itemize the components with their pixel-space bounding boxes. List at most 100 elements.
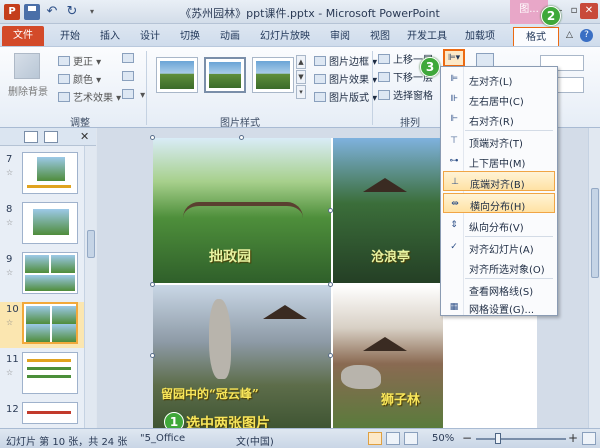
tab-animations[interactable]: 动画 — [212, 27, 248, 46]
slide-thumbnail[interactable]: 12 — [0, 402, 84, 428]
save-icon[interactable] — [24, 4, 40, 20]
remove-background-icon[interactable] — [14, 53, 40, 79]
tab-home[interactable]: 开始 — [52, 27, 88, 46]
slide-thumbnail[interactable]: 7 ☆ — [0, 152, 84, 198]
tab-transitions[interactable]: 切换 — [172, 27, 208, 46]
menu-grid-settings[interactable]: ▦ 网格设置(G)... — [443, 297, 555, 317]
slides-panel-scrollbar[interactable] — [84, 146, 96, 428]
undo-icon[interactable]: ↶ — [44, 4, 60, 20]
theme-status[interactable]: "5_Office — [140, 433, 185, 444]
rock-shape — [341, 365, 381, 389]
photo-caption: 拙政园 — [209, 249, 251, 265]
gallery-more-icon[interactable]: ▾ — [296, 85, 306, 99]
picture-style-thumb[interactable] — [156, 57, 198, 93]
slide-preview — [22, 152, 78, 194]
scrollbar-thumb[interactable] — [591, 188, 599, 278]
picture-styles-group-label: 图片样式 — [220, 118, 260, 129]
language-status[interactable]: 文(中国) — [236, 433, 274, 448]
close-icon[interactable]: ✕ — [580, 3, 598, 19]
gallery-down-icon[interactable]: ▼ — [296, 70, 306, 84]
picture-layout-button[interactable]: 图片版式 ▾ — [314, 89, 377, 104]
menu-align-selected-objects[interactable]: 对齐所选对象(O) — [443, 257, 555, 277]
redo-icon[interactable]: ↻ — [64, 4, 80, 20]
slide-count-status: 幻灯片 第 10 张，共 24 张 — [6, 437, 128, 448]
menu-align-middle[interactable]: ⊶ 上下居中(M) — [443, 151, 555, 171]
fit-to-window-icon[interactable] — [582, 432, 596, 445]
zoom-slider-track[interactable] — [476, 438, 566, 440]
menu-align-right[interactable]: ⊩ 右对齐(R) — [443, 109, 555, 129]
artistic-effects-button[interactable]: 艺术效果 ▾ — [58, 89, 121, 104]
slide-thumbnail[interactable]: 9 ☆ — [0, 252, 84, 298]
selection-handle[interactable] — [239, 135, 244, 140]
editor-scrollbar[interactable] — [588, 128, 600, 428]
menu-align-to-slide[interactable]: ✓ 对齐幻灯片(A) — [443, 237, 555, 257]
photo-shizilin-garden[interactable]: 狮子林 — [333, 285, 443, 428]
slide-preview — [22, 202, 78, 244]
menu-align-left[interactable]: ⊫ 左对齐(L) — [443, 69, 555, 89]
menu-align-bottom[interactable]: ⊥ 底端对齐(B) — [443, 171, 555, 191]
tab-view[interactable]: 视图 — [362, 27, 398, 46]
customize-toolbar-icon[interactable]: ▾ — [84, 4, 100, 20]
slide-sorter-view-icon[interactable] — [386, 432, 400, 445]
slide-thumbnail-selected[interactable]: 10 ☆ — [0, 302, 84, 348]
selection-handle[interactable] — [150, 282, 155, 287]
selection-handle[interactable] — [328, 208, 333, 213]
slide-thumbnail[interactable]: 8 ☆ — [0, 202, 84, 248]
picture-style-thumb[interactable] — [204, 57, 246, 93]
tab-design[interactable]: 设计 — [132, 27, 168, 46]
corrections-button[interactable]: 更正 ▾ — [58, 53, 101, 68]
photo-zhuozheng-garden[interactable]: 拙政园 — [153, 138, 331, 283]
selection-handle[interactable] — [150, 135, 155, 140]
menu-distribute-vertical[interactable]: ⇕ 纵向分布(V) — [443, 215, 555, 235]
menu-align-center[interactable]: ⊪ 左右居中(C) — [443, 89, 555, 109]
selection-pane-button[interactable]: 选择窗格 — [378, 87, 433, 102]
tab-review[interactable]: 审阅 — [322, 27, 358, 46]
align-middle-icon: ⊶ — [449, 156, 459, 166]
menu-distribute-horizontal[interactable]: ⇹ 横向分布(H) — [443, 193, 555, 213]
tab-addins[interactable]: 加载项 — [458, 27, 502, 46]
scrollbar-thumb[interactable] — [87, 230, 95, 258]
color-icon — [58, 74, 70, 84]
picture-style-thumb[interactable] — [252, 57, 294, 93]
gallery-up-icon[interactable]: ▲ — [296, 55, 306, 69]
slides-tab-icon[interactable] — [24, 131, 38, 143]
selection-handle[interactable] — [328, 282, 333, 287]
tab-slideshow[interactable]: 幻灯片放映 — [252, 27, 318, 46]
help-icon[interactable]: ? — [580, 29, 593, 42]
zoom-out-icon[interactable]: − — [462, 431, 472, 445]
photo-caption: 沧浪亭 — [371, 250, 411, 265]
tab-developer[interactable]: 开发工具 — [400, 27, 454, 46]
zoom-in-icon[interactable]: + — [568, 431, 578, 445]
slide-thumbnail[interactable]: 11 ☆ — [0, 352, 84, 398]
check-icon: ✓ — [450, 242, 458, 252]
powerpoint-logo-icon[interactable]: P — [4, 4, 20, 20]
zoom-level[interactable]: 50% — [432, 433, 454, 444]
selection-handle[interactable] — [150, 353, 155, 358]
reset-picture-icon[interactable]: ▾ — [122, 89, 145, 101]
picture-effects-button[interactable]: 图片效果 ▾ — [314, 71, 377, 86]
menu-align-top[interactable]: ⊤ 顶端对齐(T) — [443, 131, 555, 151]
picture-border-icon — [314, 56, 326, 66]
change-picture-icon[interactable] — [122, 71, 137, 83]
compress-pictures-icon[interactable] — [122, 53, 137, 65]
photo-liuyuan-garden[interactable]: 留园中的“冠云峰” — [153, 285, 331, 428]
photo-canglang-pavilion[interactable]: 沧浪亭 — [333, 138, 443, 283]
remove-background-button[interactable]: 删除背景 — [4, 83, 52, 98]
reading-view-icon[interactable] — [404, 432, 418, 445]
normal-view-icon[interactable] — [368, 432, 382, 445]
align-right-icon: ⊩ — [450, 114, 458, 124]
slide-preview — [22, 402, 78, 424]
color-button[interactable]: 颜色 ▾ — [58, 71, 101, 86]
zoom-slider-thumb[interactable] — [495, 433, 501, 444]
tab-insert[interactable]: 插入 — [92, 27, 128, 46]
menu-view-gridlines[interactable]: 查看网格线(S) — [443, 279, 555, 299]
align-button[interactable]: ⊫▾ — [443, 49, 465, 67]
selection-handle[interactable] — [328, 353, 333, 358]
picture-border-button[interactable]: 图片边框 ▾ — [314, 53, 377, 68]
close-panel-icon[interactable]: ✕ — [80, 130, 89, 143]
tab-format[interactable]: 格式 — [513, 27, 559, 46]
minimize-ribbon-icon[interactable]: △ — [566, 30, 573, 40]
tab-file[interactable]: 文件 — [2, 26, 44, 46]
outline-tab-icon[interactable] — [44, 131, 58, 143]
corrections-icon — [58, 56, 70, 66]
